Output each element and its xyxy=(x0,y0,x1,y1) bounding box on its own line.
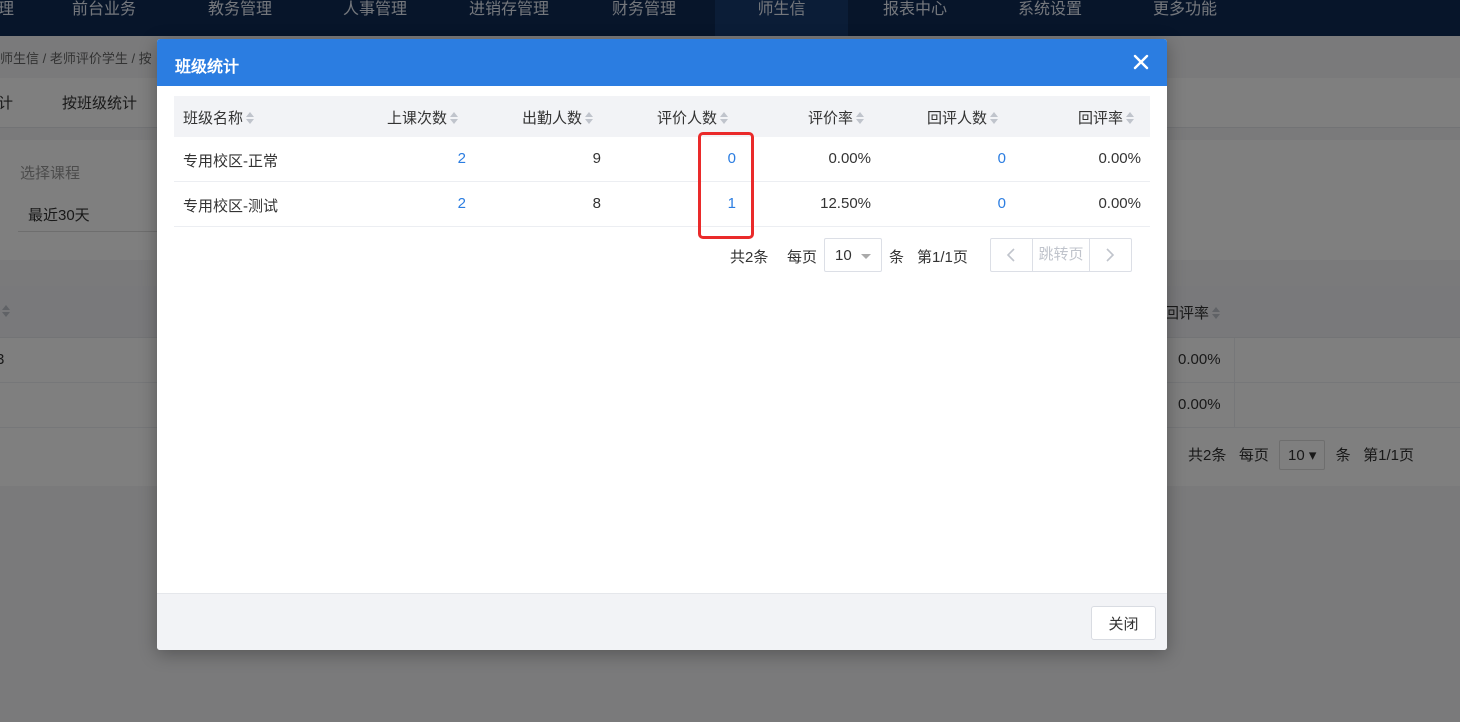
sort-icon[interactable] xyxy=(720,111,729,128)
eval-rate-cell: 12.50% xyxy=(820,195,871,212)
pager-unit: 条 xyxy=(889,249,905,266)
sort-icon[interactable] xyxy=(450,111,459,128)
chevron-right-icon xyxy=(1106,248,1115,262)
attendance-cell: 9 xyxy=(592,150,601,167)
reply-rate-cell: 0.00% xyxy=(1098,195,1141,212)
pagination: 共2条 每页 10 条 第1/1页 跳转页 xyxy=(730,238,1150,272)
page-navigation: 跳转页 xyxy=(990,238,1132,272)
table-header: 班级名称 上课次数 出勤人数 评价人数 评价率 回评人数 回评率 xyxy=(174,96,1150,137)
column-header-reply-rate[interactable]: 回评率 xyxy=(1078,107,1135,128)
pager-page-info: 第1/1页 xyxy=(917,249,968,266)
dialog-title: 班级统计 xyxy=(175,59,240,76)
sort-icon[interactable] xyxy=(856,111,865,128)
lessons-link[interactable]: 2 xyxy=(458,195,466,212)
column-header-eval-rate[interactable]: 评价率 xyxy=(808,107,865,128)
class-name-cell: 专用校区-正常 xyxy=(183,153,278,170)
replied-link[interactable]: 0 xyxy=(998,195,1006,212)
dialog-header: 班级统计 xyxy=(157,39,1167,86)
reply-rate-cell: 0.00% xyxy=(1098,150,1141,167)
eval-rate-cell: 0.00% xyxy=(828,150,871,167)
close-icon[interactable] xyxy=(1131,52,1151,72)
class-statistics-table: 班级名称 上课次数 出勤人数 评价人数 评价率 回评人数 回评率 专用校区-正常… xyxy=(174,96,1150,227)
column-header-evaluated[interactable]: 评价人数 xyxy=(657,107,729,128)
prev-page-button[interactable] xyxy=(991,239,1033,271)
pager-per-page-label: 每页 xyxy=(787,249,818,266)
table-row: 专用校区-正常 2 9 0 0.00% 0 0.00% xyxy=(174,137,1150,182)
sort-icon[interactable] xyxy=(990,111,999,128)
evaluated-link[interactable]: 0 xyxy=(728,150,736,167)
replied-link[interactable]: 0 xyxy=(998,150,1006,167)
column-header-attendance[interactable]: 出勤人数 xyxy=(522,107,594,128)
chevron-left-icon xyxy=(1006,248,1015,262)
sort-icon[interactable] xyxy=(246,111,255,128)
class-name-cell: 专用校区-测试 xyxy=(183,198,278,215)
sort-icon[interactable] xyxy=(1126,111,1135,128)
close-button[interactable]: 关闭 xyxy=(1091,606,1156,640)
column-header-lessons[interactable]: 上课次数 xyxy=(387,107,459,128)
evaluated-link[interactable]: 1 xyxy=(728,195,736,212)
per-page-value: 10 xyxy=(835,247,852,264)
sort-icon[interactable] xyxy=(585,111,594,128)
column-header-class-name[interactable]: 班级名称 xyxy=(183,107,255,128)
pager-total: 共2条 xyxy=(730,249,769,266)
caret-down-icon xyxy=(861,254,871,259)
per-page-select[interactable]: 10 xyxy=(824,238,882,272)
next-page-button[interactable] xyxy=(1089,239,1131,271)
dialog-footer: 关闭 xyxy=(157,593,1167,650)
table-row: 专用校区-测试 2 8 1 12.50% 0 0.00% xyxy=(174,182,1150,227)
jump-to-page-input[interactable]: 跳转页 xyxy=(1033,239,1089,271)
lessons-link[interactable]: 2 xyxy=(458,150,466,167)
class-statistics-dialog: 班级统计 班级名称 上课次数 出勤人数 评价人数 评价率 回评人数 回评率 专用… xyxy=(157,39,1167,650)
column-header-replied[interactable]: 回评人数 xyxy=(927,107,999,128)
attendance-cell: 8 xyxy=(592,195,601,212)
